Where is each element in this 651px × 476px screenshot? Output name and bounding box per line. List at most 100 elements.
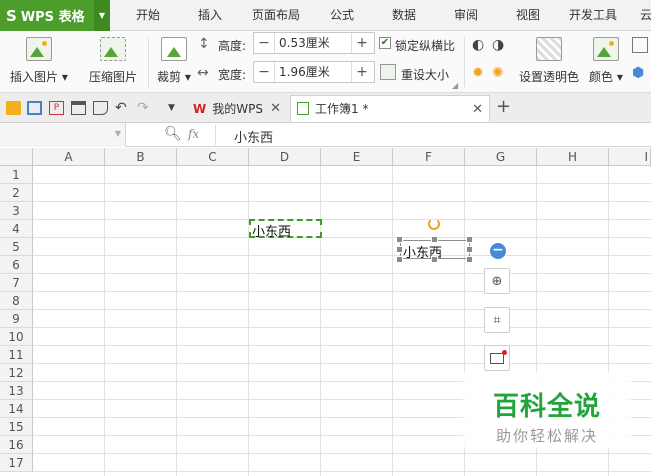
row-header[interactable]: 3	[0, 202, 33, 220]
row-header[interactable]: 2	[0, 184, 33, 202]
zoom-picture-button[interactable]: ⊕	[484, 268, 510, 294]
reset-size-button[interactable]: 重设大小	[401, 66, 449, 83]
wps-w-icon: W	[193, 101, 207, 116]
watermark-logo: 百科全说 助你轻松解决	[463, 372, 631, 448]
menu-page-layout[interactable]: 页面布局	[252, 0, 300, 31]
print-icon[interactable]	[71, 101, 86, 115]
app-menu-button[interactable]: S WPS 表格 ▼	[0, 0, 110, 31]
menu-view[interactable]: 视图	[516, 0, 540, 31]
row-header[interactable]: 13	[0, 382, 33, 400]
height-icon: ↕	[198, 36, 210, 52]
menu-formula[interactable]: 公式	[330, 0, 354, 31]
row-header[interactable]: 6	[0, 256, 33, 274]
insert-picture-button[interactable]: 插入图片 ▾	[10, 37, 68, 85]
row-header[interactable]: 11	[0, 346, 33, 364]
chevron-down-icon[interactable]: ▼	[115, 129, 121, 138]
redo-icon[interactable]: ↷	[137, 101, 152, 115]
zoom-magnifier-icon[interactable]: 🔍︎	[164, 126, 182, 142]
undo-icon[interactable]: ↶	[115, 101, 130, 115]
open-folder-icon[interactable]	[6, 101, 21, 115]
picture-effects-icon[interactable]: ⬢	[632, 65, 648, 81]
width-increase-button[interactable]: +	[352, 64, 372, 80]
height-decrease-button[interactable]: −	[254, 35, 274, 51]
tab-workbook1[interactable]: 工作簿1 * ✕	[290, 95, 490, 122]
crop-button[interactable]: 裁剪 ▾	[157, 37, 191, 85]
brightness-decrease-icon[interactable]: ✺	[492, 65, 508, 81]
menu-insert[interactable]: 插入	[198, 0, 222, 31]
column-header-h[interactable]: H	[537, 148, 609, 166]
height-stepper[interactable]: − 0.53厘米 +	[253, 32, 375, 54]
height-input[interactable]: 0.53厘米	[274, 33, 352, 53]
close-tab-icon[interactable]: ✕	[270, 101, 281, 116]
column-header-g[interactable]: G	[465, 148, 537, 166]
column-header-b[interactable]: B	[105, 148, 177, 166]
collapse-icon[interactable]: −	[490, 243, 506, 259]
rotate-handle-icon[interactable]	[428, 218, 440, 230]
resize-handle[interactable]	[396, 236, 403, 243]
row-header[interactable]: 10	[0, 328, 33, 346]
resize-handle[interactable]	[431, 256, 438, 263]
resize-handle[interactable]	[466, 256, 473, 263]
size-dialog-launcher-icon[interactable]: ◢	[452, 81, 458, 90]
row-header[interactable]: 14	[0, 400, 33, 418]
row-header[interactable]: 16	[0, 436, 33, 454]
width-stepper[interactable]: − 1.96厘米 +	[253, 61, 375, 83]
height-increase-button[interactable]: +	[352, 35, 372, 51]
row-header[interactable]: 9	[0, 310, 33, 328]
row-header[interactable]: 15	[0, 418, 33, 436]
row-header[interactable]: 4	[0, 220, 33, 238]
column-header-e[interactable]: E	[321, 148, 393, 166]
compress-picture-button[interactable]: 压缩图片	[89, 37, 137, 85]
print-preview-icon[interactable]	[93, 101, 108, 115]
select-all-corner[interactable]	[0, 148, 33, 166]
row-header[interactable]: 17	[0, 454, 33, 472]
picture-border-button[interactable]	[484, 345, 510, 371]
lock-ratio-checkbox[interactable]: ✔	[379, 37, 391, 49]
row-header[interactable]: 12	[0, 364, 33, 382]
row-header[interactable]: 5	[0, 238, 33, 256]
new-tab-icon[interactable]: +	[496, 96, 511, 117]
width-decrease-button[interactable]: −	[254, 64, 274, 80]
quick-access-dropdown-icon[interactable]: ▼	[168, 101, 183, 115]
column-header-c[interactable]: C	[177, 148, 249, 166]
menu-data[interactable]: 数据	[392, 0, 416, 31]
row-header[interactable]: 1	[0, 166, 33, 184]
crop-picture-button[interactable]: ⌗	[484, 307, 510, 333]
resize-handle[interactable]	[466, 236, 473, 243]
width-icon: ↔	[197, 65, 209, 81]
zoom-in-icon: ⊕	[491, 273, 503, 289]
menu-home[interactable]: 开始	[136, 0, 160, 31]
contrast-decrease-icon[interactable]: ◑	[492, 37, 508, 53]
picture-border-icon[interactable]	[632, 37, 648, 53]
set-transparent-button[interactable]: 设置透明色	[519, 37, 579, 85]
menu-cloud[interactable]: 云	[640, 0, 651, 31]
menu-review[interactable]: 审阅	[454, 0, 478, 31]
column-header-d[interactable]: D	[249, 148, 321, 166]
brightness-increase-icon[interactable]: ✹	[472, 65, 488, 81]
tab-my-wps[interactable]: W 我的WPS ✕	[187, 95, 287, 122]
column-header-i[interactable]: I	[609, 148, 651, 166]
resize-handle[interactable]	[396, 256, 403, 263]
resize-handle[interactable]	[466, 246, 473, 253]
name-box[interactable]: ▼	[0, 123, 126, 147]
color-button[interactable]: 颜色 ▾	[589, 37, 623, 85]
lock-ratio-label: 锁定纵横比	[395, 39, 456, 53]
crop-label: 裁剪	[157, 70, 182, 84]
close-tab-icon[interactable]: ✕	[472, 102, 483, 117]
resize-handle[interactable]	[431, 236, 438, 243]
width-input[interactable]: 1.96厘米	[274, 62, 352, 82]
menu-developer[interactable]: 开发工具	[569, 0, 617, 31]
formula-input[interactable]: 小东西	[234, 127, 273, 146]
export-pdf-icon[interactable]: P	[49, 101, 64, 115]
chevron-down-icon[interactable]: ▼	[94, 0, 110, 31]
row-header[interactable]: 8	[0, 292, 33, 310]
column-header-a[interactable]: A	[33, 148, 105, 166]
fx-icon[interactable]: fx	[188, 127, 199, 141]
cell-d4[interactable]: 小东西	[252, 221, 291, 240]
save-icon[interactable]	[27, 101, 42, 115]
column-header-f[interactable]: F	[393, 148, 465, 166]
resize-handle[interactable]	[396, 246, 403, 253]
height-label: 高度:	[218, 39, 247, 53]
row-header[interactable]: 7	[0, 274, 33, 292]
contrast-increase-icon[interactable]: ◐	[472, 37, 488, 53]
